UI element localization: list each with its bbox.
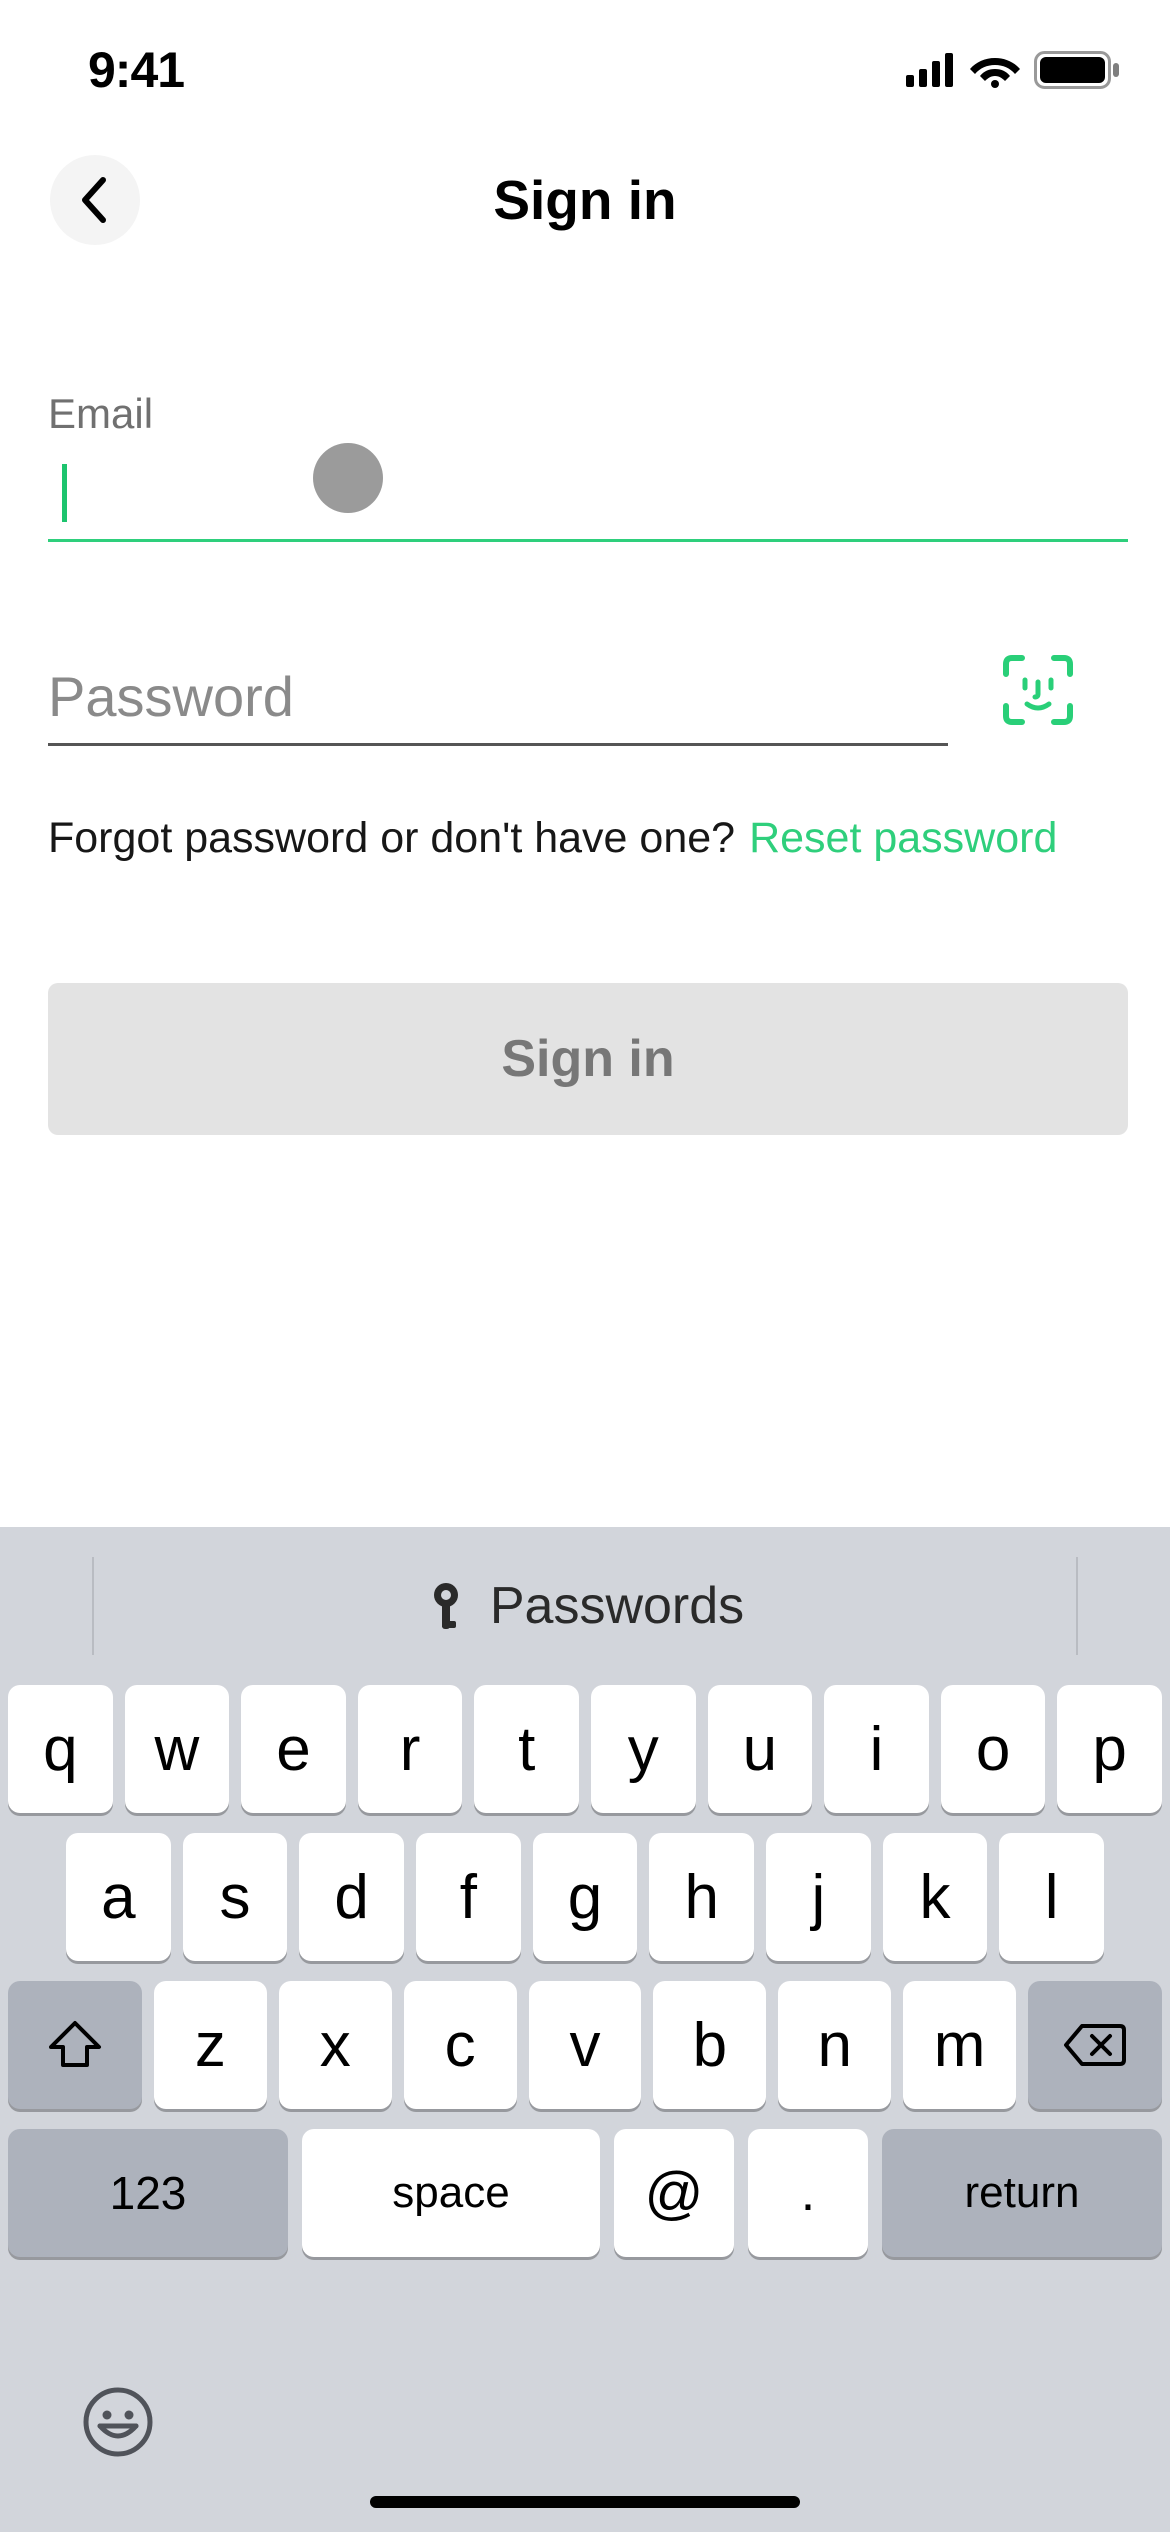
key-a[interactable]: a bbox=[66, 1833, 171, 1961]
keyboard-bottom-bar bbox=[0, 2372, 1170, 2532]
passwords-suggestion[interactable]: Passwords bbox=[426, 1576, 744, 1636]
password-field-wrap: Password bbox=[48, 652, 948, 746]
key-n[interactable]: n bbox=[778, 1981, 891, 2109]
signin-button[interactable]: Sign in bbox=[48, 983, 1128, 1135]
cellular-icon bbox=[906, 53, 956, 87]
signin-form: Email Password Forgot passw bbox=[48, 390, 1128, 1135]
keyboard-row-1: qwertyuiop bbox=[8, 1685, 1162, 1813]
keyboard: Passwords qwertyuiop asdfghjkl zxcvbnm 1… bbox=[0, 1527, 1170, 2532]
key-e[interactable]: e bbox=[241, 1685, 346, 1813]
status-bar: 9:41 bbox=[0, 0, 1170, 120]
key-v[interactable]: v bbox=[529, 1981, 642, 2109]
key-z[interactable]: z bbox=[154, 1981, 267, 2109]
key-x[interactable]: x bbox=[279, 1981, 392, 2109]
dot-key[interactable]: . bbox=[748, 2129, 868, 2257]
numbers-key[interactable]: 123 bbox=[8, 2129, 288, 2257]
key-u[interactable]: u bbox=[708, 1685, 813, 1813]
keyboard-suggestion-bar: Passwords bbox=[0, 1527, 1170, 1685]
key-k[interactable]: k bbox=[883, 1833, 988, 1961]
key-p[interactable]: p bbox=[1057, 1685, 1162, 1813]
touch-indicator bbox=[313, 443, 383, 513]
keyboard-row-4: 123 space @ . return bbox=[8, 2129, 1162, 2257]
emoji-icon bbox=[82, 2386, 154, 2458]
key-w[interactable]: w bbox=[125, 1685, 230, 1813]
key-h[interactable]: h bbox=[649, 1833, 754, 1961]
key-icon bbox=[426, 1581, 466, 1631]
key-d[interactable]: d bbox=[299, 1833, 404, 1961]
text-cursor bbox=[62, 464, 67, 522]
key-g[interactable]: g bbox=[533, 1833, 638, 1961]
key-r[interactable]: r bbox=[358, 1685, 463, 1813]
key-t[interactable]: t bbox=[474, 1685, 579, 1813]
battery-icon bbox=[1034, 51, 1120, 89]
status-indicators bbox=[906, 51, 1120, 89]
passwords-suggestion-label: Passwords bbox=[490, 1576, 744, 1636]
email-label: Email bbox=[48, 390, 1128, 438]
status-time: 9:41 bbox=[88, 41, 184, 99]
key-f[interactable]: f bbox=[416, 1833, 521, 1961]
key-l[interactable]: l bbox=[999, 1833, 1104, 1961]
email-field-wrap bbox=[48, 448, 1128, 542]
shift-key[interactable] bbox=[8, 1981, 142, 2109]
reset-password-link[interactable]: Reset password bbox=[749, 814, 1057, 863]
key-b[interactable]: b bbox=[653, 1981, 766, 2109]
faceid-icon bbox=[1000, 652, 1076, 728]
chevron-left-icon bbox=[77, 176, 113, 224]
suggestion-separator bbox=[92, 1557, 94, 1655]
shift-icon bbox=[47, 2019, 103, 2071]
key-s[interactable]: s bbox=[183, 1833, 288, 1961]
key-i[interactable]: i bbox=[824, 1685, 929, 1813]
signin-button-label: Sign in bbox=[501, 1029, 674, 1089]
header: Sign in bbox=[0, 150, 1170, 250]
wifi-icon bbox=[970, 52, 1020, 88]
back-button[interactable] bbox=[50, 155, 140, 245]
at-key[interactable]: @ bbox=[614, 2129, 734, 2257]
emoji-key[interactable] bbox=[82, 2386, 162, 2466]
space-key[interactable]: space bbox=[302, 2129, 600, 2257]
suggestion-separator bbox=[1076, 1557, 1078, 1655]
key-q[interactable]: q bbox=[8, 1685, 113, 1813]
backspace-key[interactable] bbox=[1028, 1981, 1162, 2109]
home-indicator[interactable] bbox=[370, 2496, 800, 2508]
password-field[interactable] bbox=[48, 652, 948, 743]
keyboard-row-3: zxcvbnm bbox=[8, 1981, 1162, 2109]
forgot-text: Forgot password or don't have one? bbox=[48, 814, 735, 863]
key-m[interactable]: m bbox=[903, 1981, 1016, 2109]
return-key[interactable]: return bbox=[882, 2129, 1162, 2257]
key-o[interactable]: o bbox=[941, 1685, 1046, 1813]
key-y[interactable]: y bbox=[591, 1685, 696, 1813]
keyboard-row-2: asdfghjkl bbox=[8, 1833, 1162, 1961]
page-title: Sign in bbox=[493, 168, 676, 232]
key-c[interactable]: c bbox=[404, 1981, 517, 2109]
faceid-button[interactable] bbox=[998, 650, 1078, 730]
backspace-icon bbox=[1062, 2022, 1128, 2068]
email-field[interactable] bbox=[48, 448, 1128, 539]
forgot-row: Forgot password or don't have one? Reset… bbox=[48, 814, 1128, 863]
key-j[interactable]: j bbox=[766, 1833, 871, 1961]
